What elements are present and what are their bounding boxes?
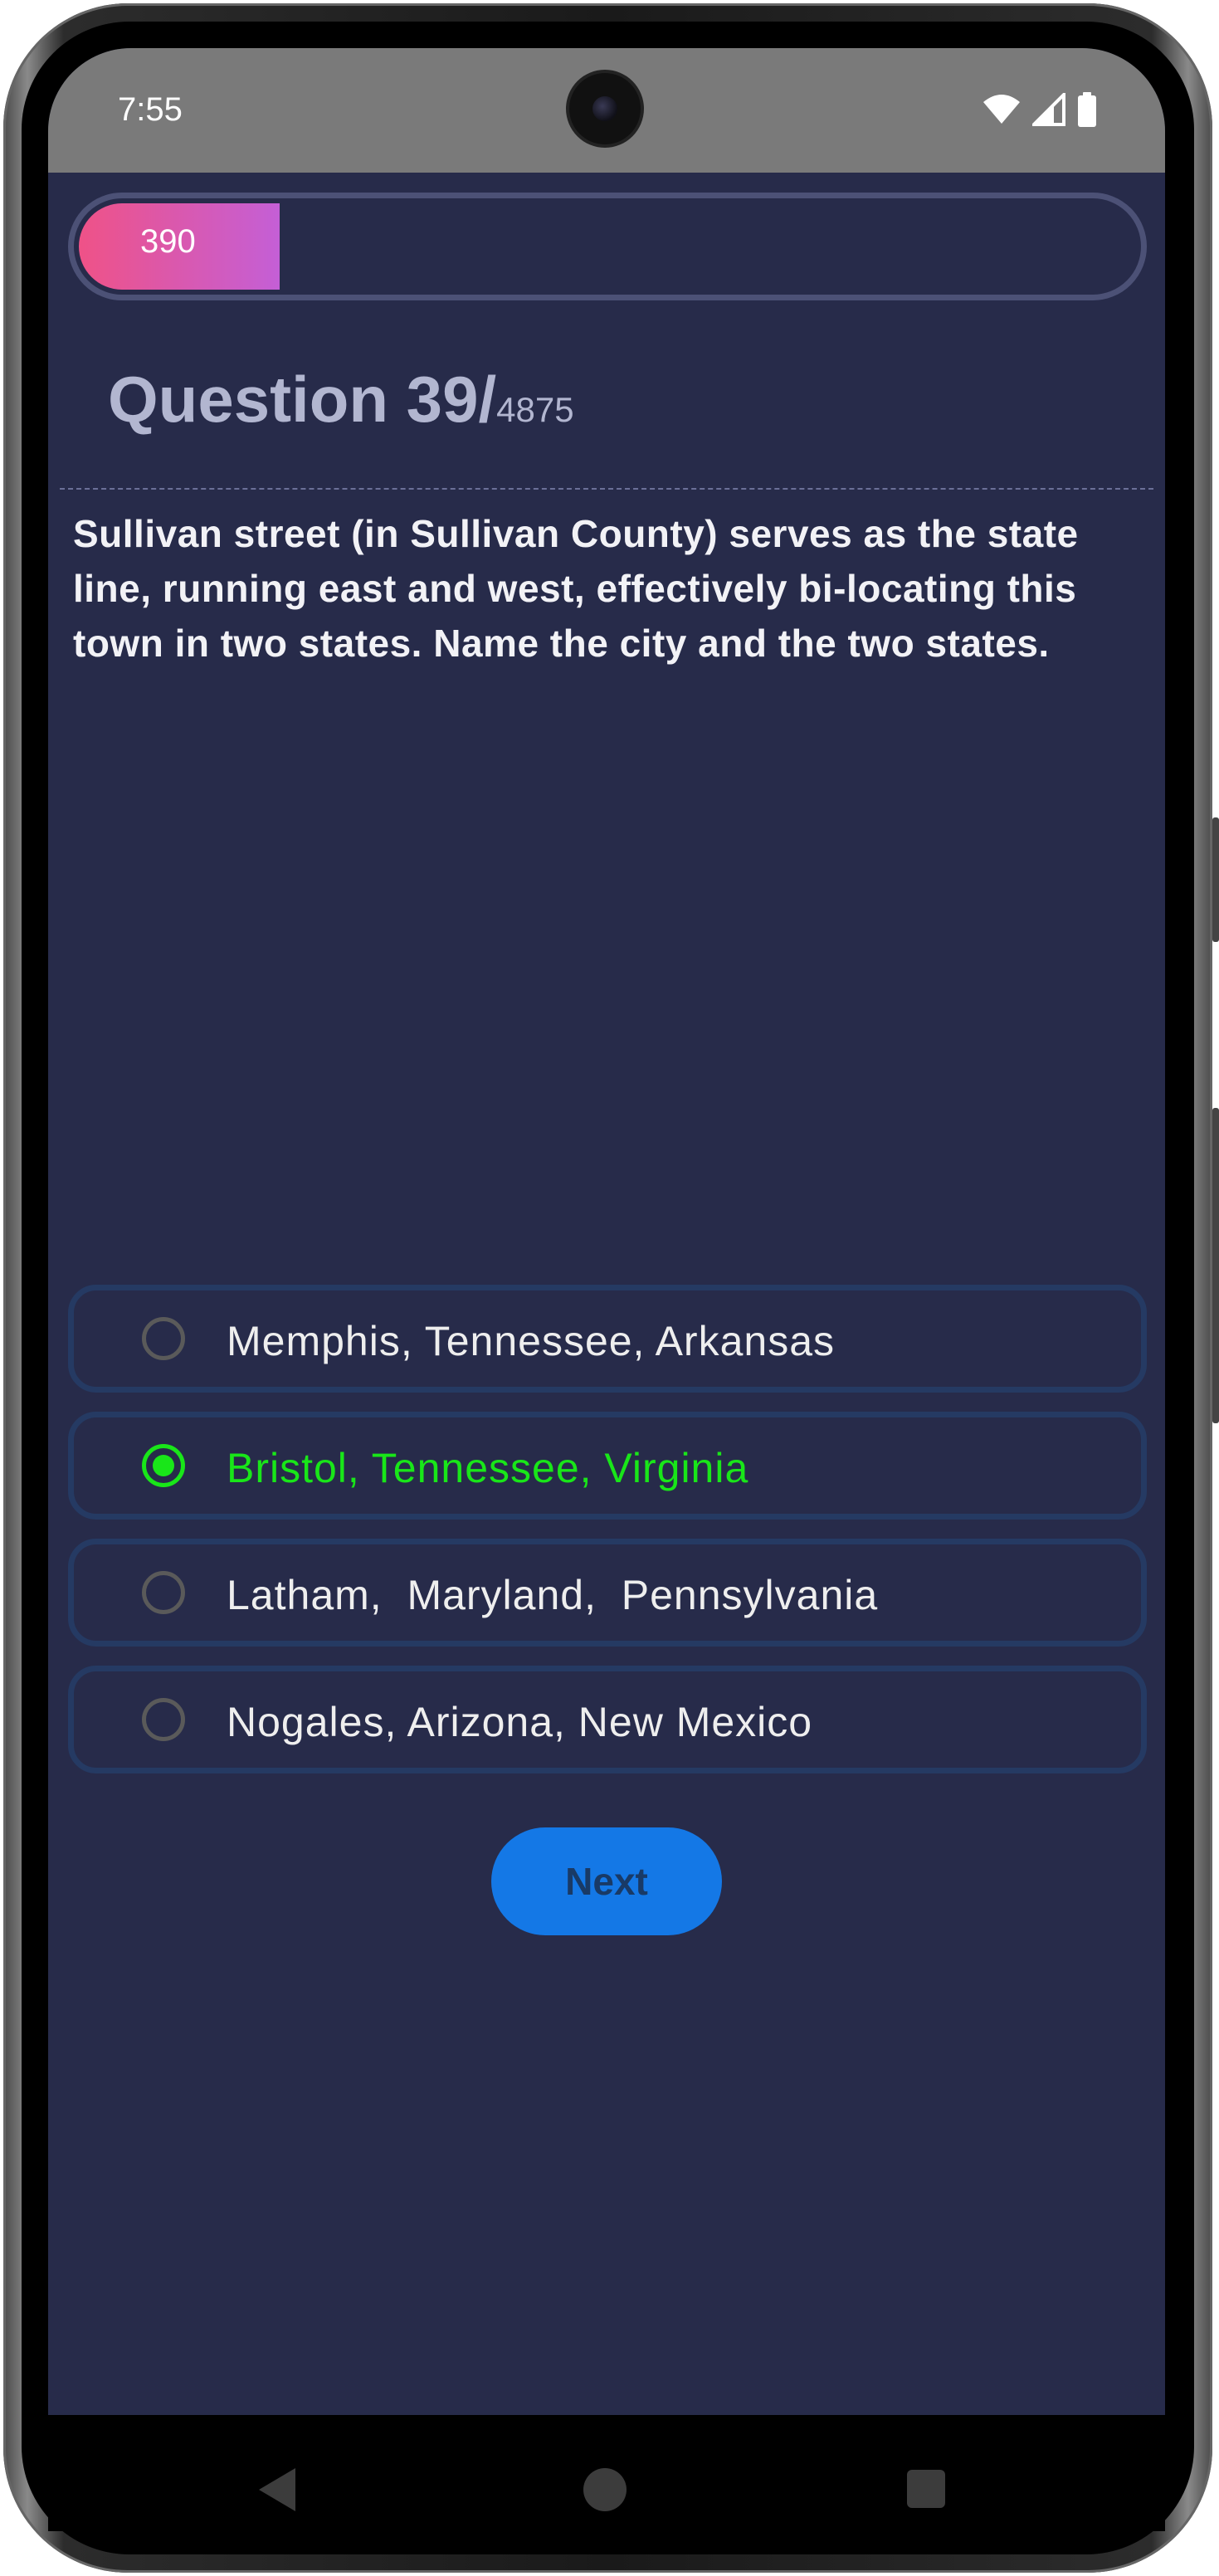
answer-option[interactable]: Latham, Maryland, Pennsylvania xyxy=(68,1539,1147,1647)
answer-option-label: Memphis, Tennessee, Arkansas xyxy=(227,1318,836,1364)
answer-option[interactable]: Memphis, Tennessee, Arkansas xyxy=(68,1285,1147,1393)
back-icon[interactable] xyxy=(259,2468,295,2511)
recents-icon[interactable] xyxy=(907,2470,945,2508)
battery-icon xyxy=(1078,92,1096,127)
progress-bar: 390 xyxy=(68,193,1147,300)
signal-icon xyxy=(1032,93,1065,126)
question-text: Sullivan street (in Sullivan County) ser… xyxy=(73,512,1079,665)
status-bar: 7:55 xyxy=(48,48,1165,173)
next-button[interactable]: Next xyxy=(491,1827,722,1935)
answer-option[interactable]: Bristol, Tennessee, Virginia xyxy=(68,1412,1147,1520)
divider xyxy=(60,488,1153,490)
status-icons xyxy=(983,91,1097,128)
front-camera xyxy=(569,73,641,144)
status-time: 7:55 xyxy=(118,91,183,128)
volume-button xyxy=(1212,1108,1219,1423)
wifi-icon xyxy=(983,95,1020,124)
answer-option-label: Latham, Maryland, Pennsylvania xyxy=(227,1572,879,1618)
phone-frame: 7:55 390 Question 39/4875 Sullivan stree… xyxy=(0,0,1219,2576)
answer-option-label: Bristol, Tennessee, Virginia xyxy=(227,1445,749,1491)
app-screen: 7:55 390 Question 39/4875 Sullivan stree… xyxy=(48,48,1165,2415)
progress-label: 390 xyxy=(140,223,196,260)
question-counter: Question 39/4875 xyxy=(108,362,574,437)
answer-option[interactable]: Nogales, Arizona, New Mexico xyxy=(68,1666,1147,1773)
navigation-bar xyxy=(48,2415,1165,2531)
question-total: 4875 xyxy=(496,390,574,429)
radio-button[interactable] xyxy=(142,1444,185,1487)
answer-option-label: Nogales, Arizona, New Mexico xyxy=(227,1699,813,1745)
radio-button[interactable] xyxy=(142,1317,185,1360)
question-title: Question 39/ xyxy=(108,363,497,436)
radio-button[interactable] xyxy=(142,1571,185,1614)
home-icon[interactable] xyxy=(583,2468,627,2511)
power-button xyxy=(1212,817,1219,942)
radio-button[interactable] xyxy=(142,1698,185,1741)
